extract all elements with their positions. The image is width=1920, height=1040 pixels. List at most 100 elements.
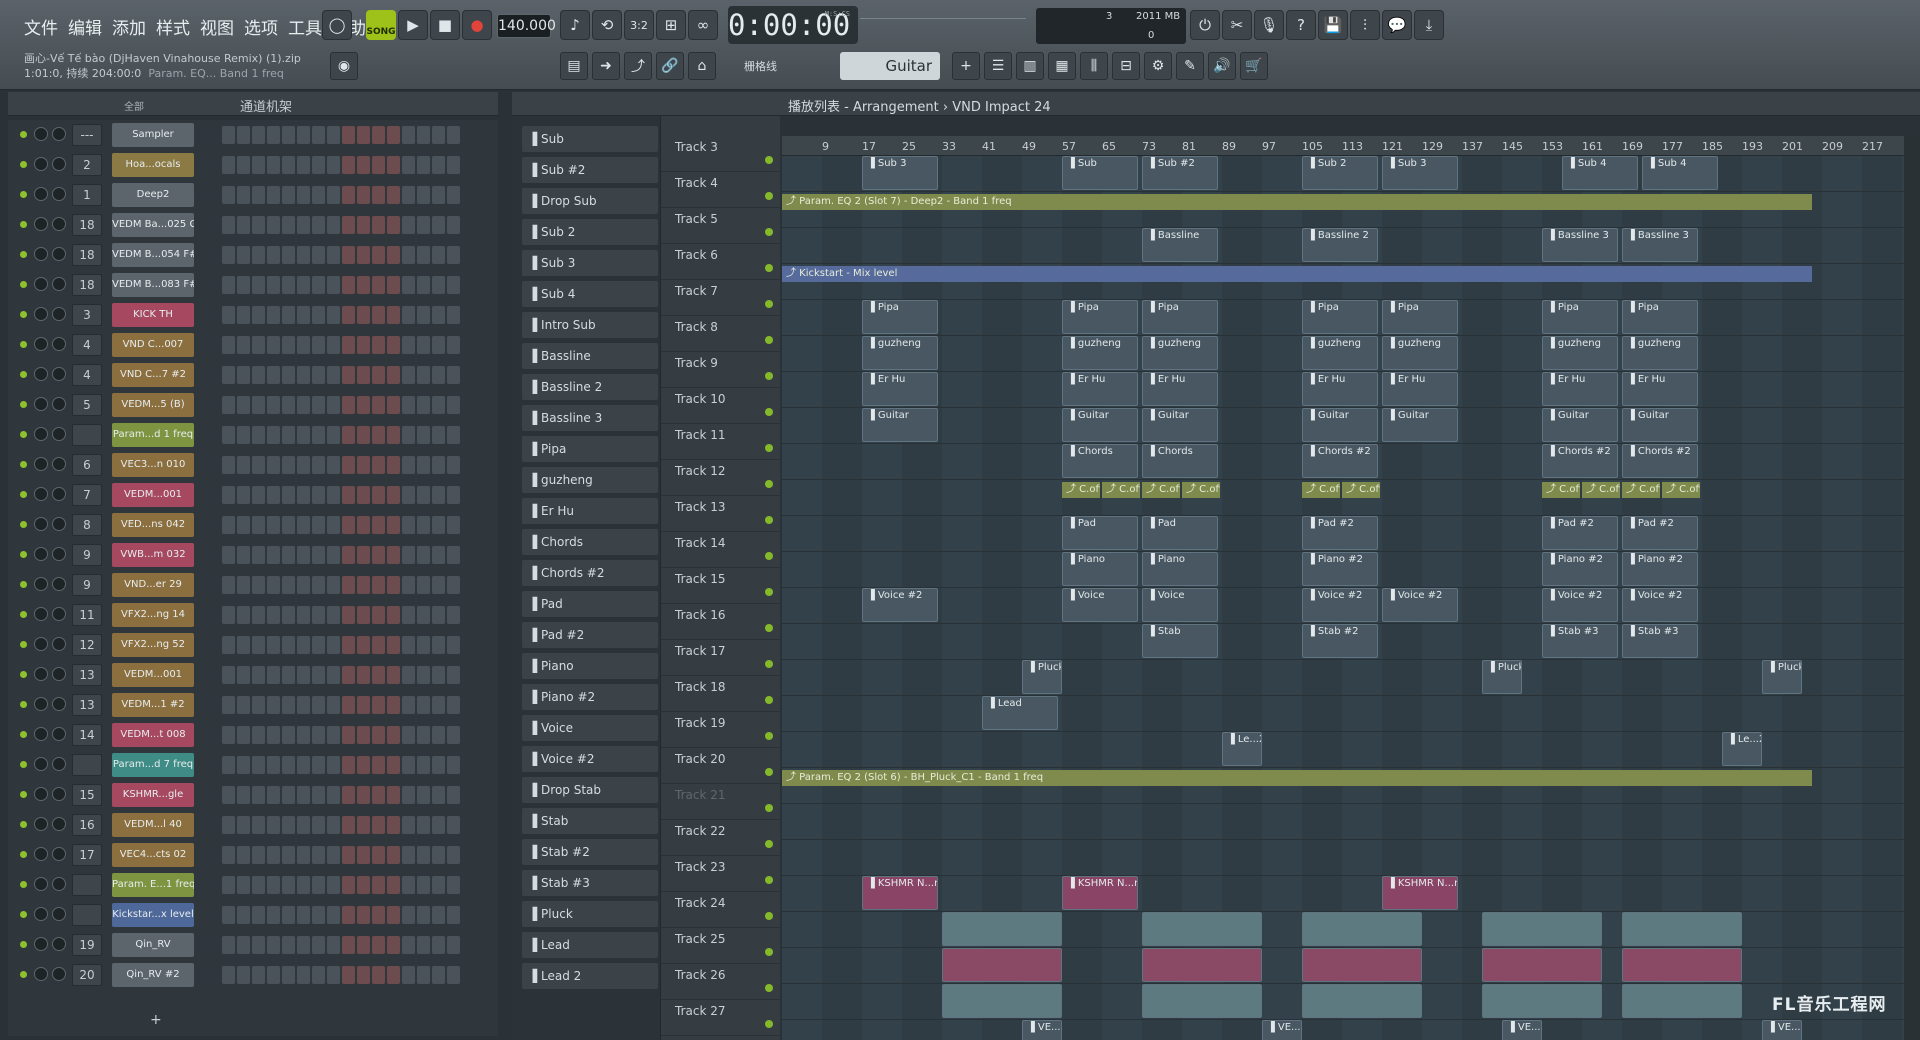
step-button[interactable] [342, 846, 355, 864]
step-button[interactable] [342, 306, 355, 324]
step-button[interactable] [327, 396, 340, 414]
cut-icon[interactable]: ✂ [1222, 10, 1252, 40]
step-sequencer[interactable] [222, 216, 460, 234]
step-button[interactable] [402, 486, 415, 504]
track-lane[interactable]: ▐ Pluck ▐ Pluck ▐ Pluck [782, 660, 1904, 696]
step-button[interactable] [297, 546, 310, 564]
track-mute-led[interactable] [765, 732, 773, 740]
channel-name-button[interactable]: VEDM...001 [112, 663, 194, 687]
step-button[interactable] [312, 726, 325, 744]
step-button[interactable] [402, 276, 415, 294]
track-header[interactable]: Track 11 [661, 424, 781, 460]
step-button[interactable] [387, 186, 400, 204]
track-lane[interactable]: ▐ Sub 3 ▐ Sub ▐ Sub #2 ▐ Sub 2 ▐ Sub 3 ▐ Sub … [782, 156, 1904, 192]
step-button[interactable] [297, 486, 310, 504]
channel-name-button[interactable]: VEC4...cts 02 [112, 843, 194, 867]
volume-knob-icon[interactable] [52, 457, 66, 471]
step-button[interactable] [237, 936, 250, 954]
step-button[interactable] [237, 516, 250, 534]
channel-name-button[interactable]: VEC3...n 010 [112, 453, 194, 477]
track-lane[interactable]: ▐ Guitar ▐ Guitar ▐ Guitar ▐ Guitar ▐ Guitar… [782, 408, 1904, 444]
pattern-item[interactable]: ▐ Voice #2 [522, 746, 658, 772]
step-button[interactable] [327, 456, 340, 474]
volume-knob-icon[interactable] [52, 637, 66, 651]
step-button[interactable] [387, 426, 400, 444]
audio-clip[interactable] [1622, 948, 1742, 982]
track-mute-led[interactable] [765, 372, 773, 380]
track-header[interactable]: Track 20 [661, 748, 781, 784]
step-button[interactable] [252, 906, 265, 924]
download-icon[interactable]: ⤓ [1414, 10, 1444, 40]
vertical-scrollbar[interactable] [1904, 136, 1920, 1040]
cart-icon[interactable]: 🛒 [1240, 52, 1268, 80]
snap-selector[interactable]: 栅格线 [744, 58, 777, 74]
channel-enable-led[interactable] [20, 191, 27, 198]
step-button[interactable] [222, 216, 235, 234]
step-button[interactable] [222, 366, 235, 384]
step-button[interactable] [267, 456, 280, 474]
pattern-clip[interactable]: ▐ Stab #3 [1542, 624, 1618, 658]
step-button[interactable] [417, 816, 430, 834]
step-button[interactable] [297, 276, 310, 294]
step-button[interactable] [282, 696, 295, 714]
step-button[interactable] [357, 906, 370, 924]
step-button[interactable] [222, 546, 235, 564]
volume-knob-icon[interactable] [52, 127, 66, 141]
step-button[interactable] [372, 126, 385, 144]
channel-name-button[interactable]: Param...d 1 freq [112, 423, 194, 447]
step-button[interactable] [432, 786, 445, 804]
step-button[interactable] [327, 606, 340, 624]
step-button[interactable] [312, 246, 325, 264]
menu-add[interactable]: 添加 [112, 14, 146, 39]
step-sequencer[interactable] [222, 516, 460, 534]
volume-knob-icon[interactable] [52, 907, 66, 921]
step-button[interactable] [297, 816, 310, 834]
step-button[interactable] [297, 636, 310, 654]
pattern-clip[interactable]: ▐ Pluck [1022, 660, 1062, 694]
pattern-clip[interactable]: ▐ Er Hu [1302, 372, 1378, 406]
mixer-track-number[interactable]: 3 [72, 304, 102, 326]
mixer-track-number[interactable]: 14 [72, 724, 102, 746]
pattern-clip[interactable]: ▐ Sub 4 [1642, 156, 1718, 190]
pattern-clip[interactable]: ▐ Voice [1062, 588, 1138, 622]
track-lane[interactable]: ▐ Stab ▐ Stab #2 ▐ Stab #3 ▐ Stab #3 [782, 624, 1904, 660]
step-button[interactable] [372, 186, 385, 204]
track-lane[interactable]: ▐ Pipa ▐ Pipa ▐ Pipa ▐ Pipa ▐ Pipa ▐ Pipa ▐ Pi… [782, 300, 1904, 336]
step-button[interactable] [357, 126, 370, 144]
step-button[interactable] [432, 666, 445, 684]
step-button[interactable] [447, 546, 460, 564]
step-button[interactable] [402, 186, 415, 204]
step-button[interactable] [222, 306, 235, 324]
step-sequencer[interactable] [222, 696, 460, 714]
step-button[interactable] [432, 636, 445, 654]
pattern-clip[interactable]: ▐ Pad [1062, 516, 1138, 550]
step-button[interactable] [417, 936, 430, 954]
step-button[interactable] [237, 756, 250, 774]
pattern-clip[interactable]: ▐ Guitar [1142, 408, 1218, 442]
step-button[interactable] [372, 876, 385, 894]
step-button[interactable] [342, 576, 355, 594]
audio-clip[interactable] [1142, 984, 1262, 1018]
step-button[interactable] [432, 486, 445, 504]
pattern-clip[interactable]: ▐ KSHMR N...ngle [1382, 876, 1458, 910]
step-button[interactable] [327, 936, 340, 954]
pan-knob-icon[interactable] [34, 547, 48, 561]
step-button[interactable] [282, 186, 295, 204]
step-sequencer[interactable] [222, 606, 460, 624]
channel-name-button[interactable]: Param. E...1 freq [112, 873, 194, 897]
step-button[interactable] [222, 696, 235, 714]
track-lane[interactable] [782, 984, 1904, 1020]
step-button[interactable] [282, 906, 295, 924]
step-button[interactable] [342, 966, 355, 984]
mixer-track-number[interactable] [72, 754, 102, 776]
automation-clip[interactable]: ⤴ Param. EQ 2 (Slot 7) - Deep2 - Band 1 … [782, 194, 1812, 210]
step-button[interactable] [447, 396, 460, 414]
pattern-item[interactable]: ▐ Drop Sub [522, 188, 658, 214]
song-time-display[interactable]: M:S:CS 0:00:00 [728, 6, 858, 44]
pattern-clip[interactable]: ▐ Le...2 [1722, 732, 1762, 766]
step-button[interactable] [357, 366, 370, 384]
step-button[interactable] [387, 846, 400, 864]
pattern-clip[interactable]: ▐ VE...M [1502, 1020, 1542, 1040]
channel-name-button[interactable]: VEDM Ba...025 G [112, 213, 194, 237]
pattern-clip[interactable]: ▐ Piano #2 [1622, 552, 1698, 586]
